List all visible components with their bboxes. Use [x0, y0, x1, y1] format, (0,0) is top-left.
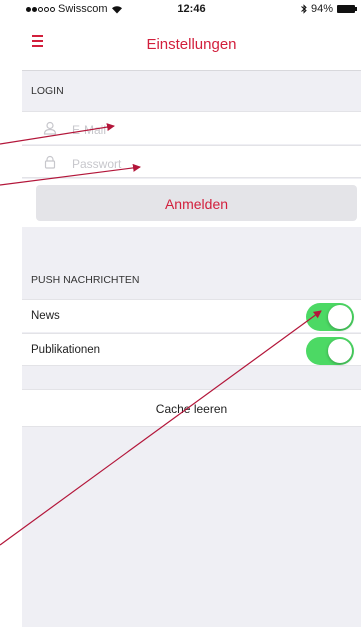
password-field-row — [22, 145, 361, 178]
battery-percent: 94% — [310, 3, 333, 15]
toggle-knob — [328, 305, 352, 329]
clear-cache-button[interactable]: Cache leeren — [22, 389, 361, 427]
phone-screen: Swisscom 12:46 94% Einstellungen LOGIN E… — [22, 0, 361, 627]
publikationen-toggle[interactable] — [306, 337, 354, 365]
push-row-news: News — [22, 299, 361, 332]
bluetooth-icon — [301, 4, 307, 14]
login-section-header: LOGIN — [31, 85, 64, 97]
email-field-row — [22, 111, 361, 144]
lock-icon — [44, 155, 56, 169]
push-label-publikationen: Publikationen — [31, 344, 101, 356]
news-toggle[interactable] — [306, 303, 354, 331]
toggle-knob — [328, 339, 352, 363]
push-section-header: PUSH NACHRICHTEN — [31, 274, 140, 286]
page-title: Einstellungen — [146, 36, 237, 53]
login-button[interactable]: Anmelden — [36, 185, 357, 221]
push-row-publikationen: Publikationen — [22, 333, 361, 366]
password-field[interactable] — [70, 153, 344, 175]
push-label-news: News — [31, 310, 60, 322]
navigation-bar: Einstellungen — [22, 18, 361, 71]
email-field[interactable] — [70, 119, 344, 141]
user-icon — [43, 121, 57, 135]
battery-status: 94% — [301, 3, 357, 15]
status-bar: Swisscom 12:46 94% — [22, 0, 361, 18]
battery-icon — [337, 5, 357, 13]
